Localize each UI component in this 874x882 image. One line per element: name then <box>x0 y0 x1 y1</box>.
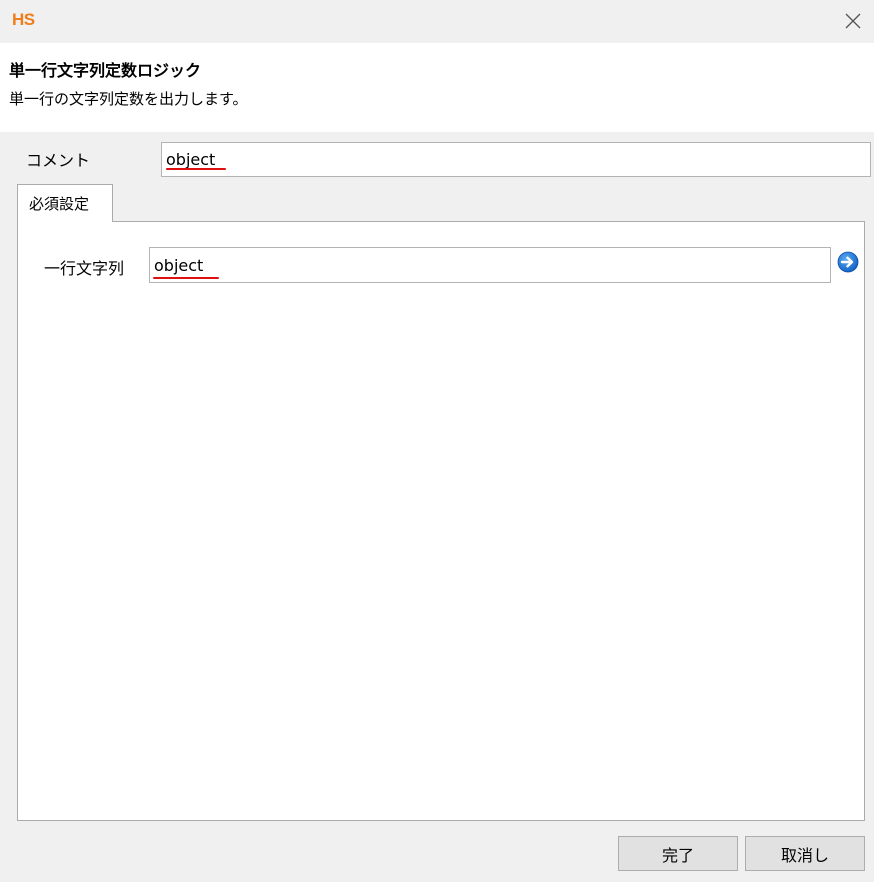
tab-required-settings[interactable]: 必須設定 <box>17 184 113 222</box>
close-icon <box>845 13 861 29</box>
done-button[interactable]: 完了 <box>618 836 738 871</box>
app-logo: HS <box>12 10 35 29</box>
cancel-button[interactable]: 取消し <box>745 836 865 871</box>
dialog-title: 単一行文字列定数ロジック <box>9 61 202 80</box>
spellcheck-underline <box>153 277 219 279</box>
title-bar: HS <box>0 0 874 43</box>
single-line-string-label: 一行文字列 <box>44 259 125 278</box>
spellcheck-underline <box>166 168 226 170</box>
single-line-string-input[interactable] <box>149 247 831 283</box>
arrow-right-circle-icon <box>837 251 859 273</box>
required-settings-panel <box>17 221 865 821</box>
comment-label: コメント <box>26 151 91 170</box>
dialog-header: 単一行文字列定数ロジック 単一行の文字列定数を出力します。 <box>0 43 874 132</box>
tab-label: 必須設定 <box>29 195 90 213</box>
close-button[interactable] <box>840 8 866 34</box>
dialog-description: 単一行の文字列定数を出力します。 <box>9 90 248 108</box>
insert-value-button[interactable] <box>837 251 859 273</box>
comment-input[interactable] <box>161 142 871 177</box>
